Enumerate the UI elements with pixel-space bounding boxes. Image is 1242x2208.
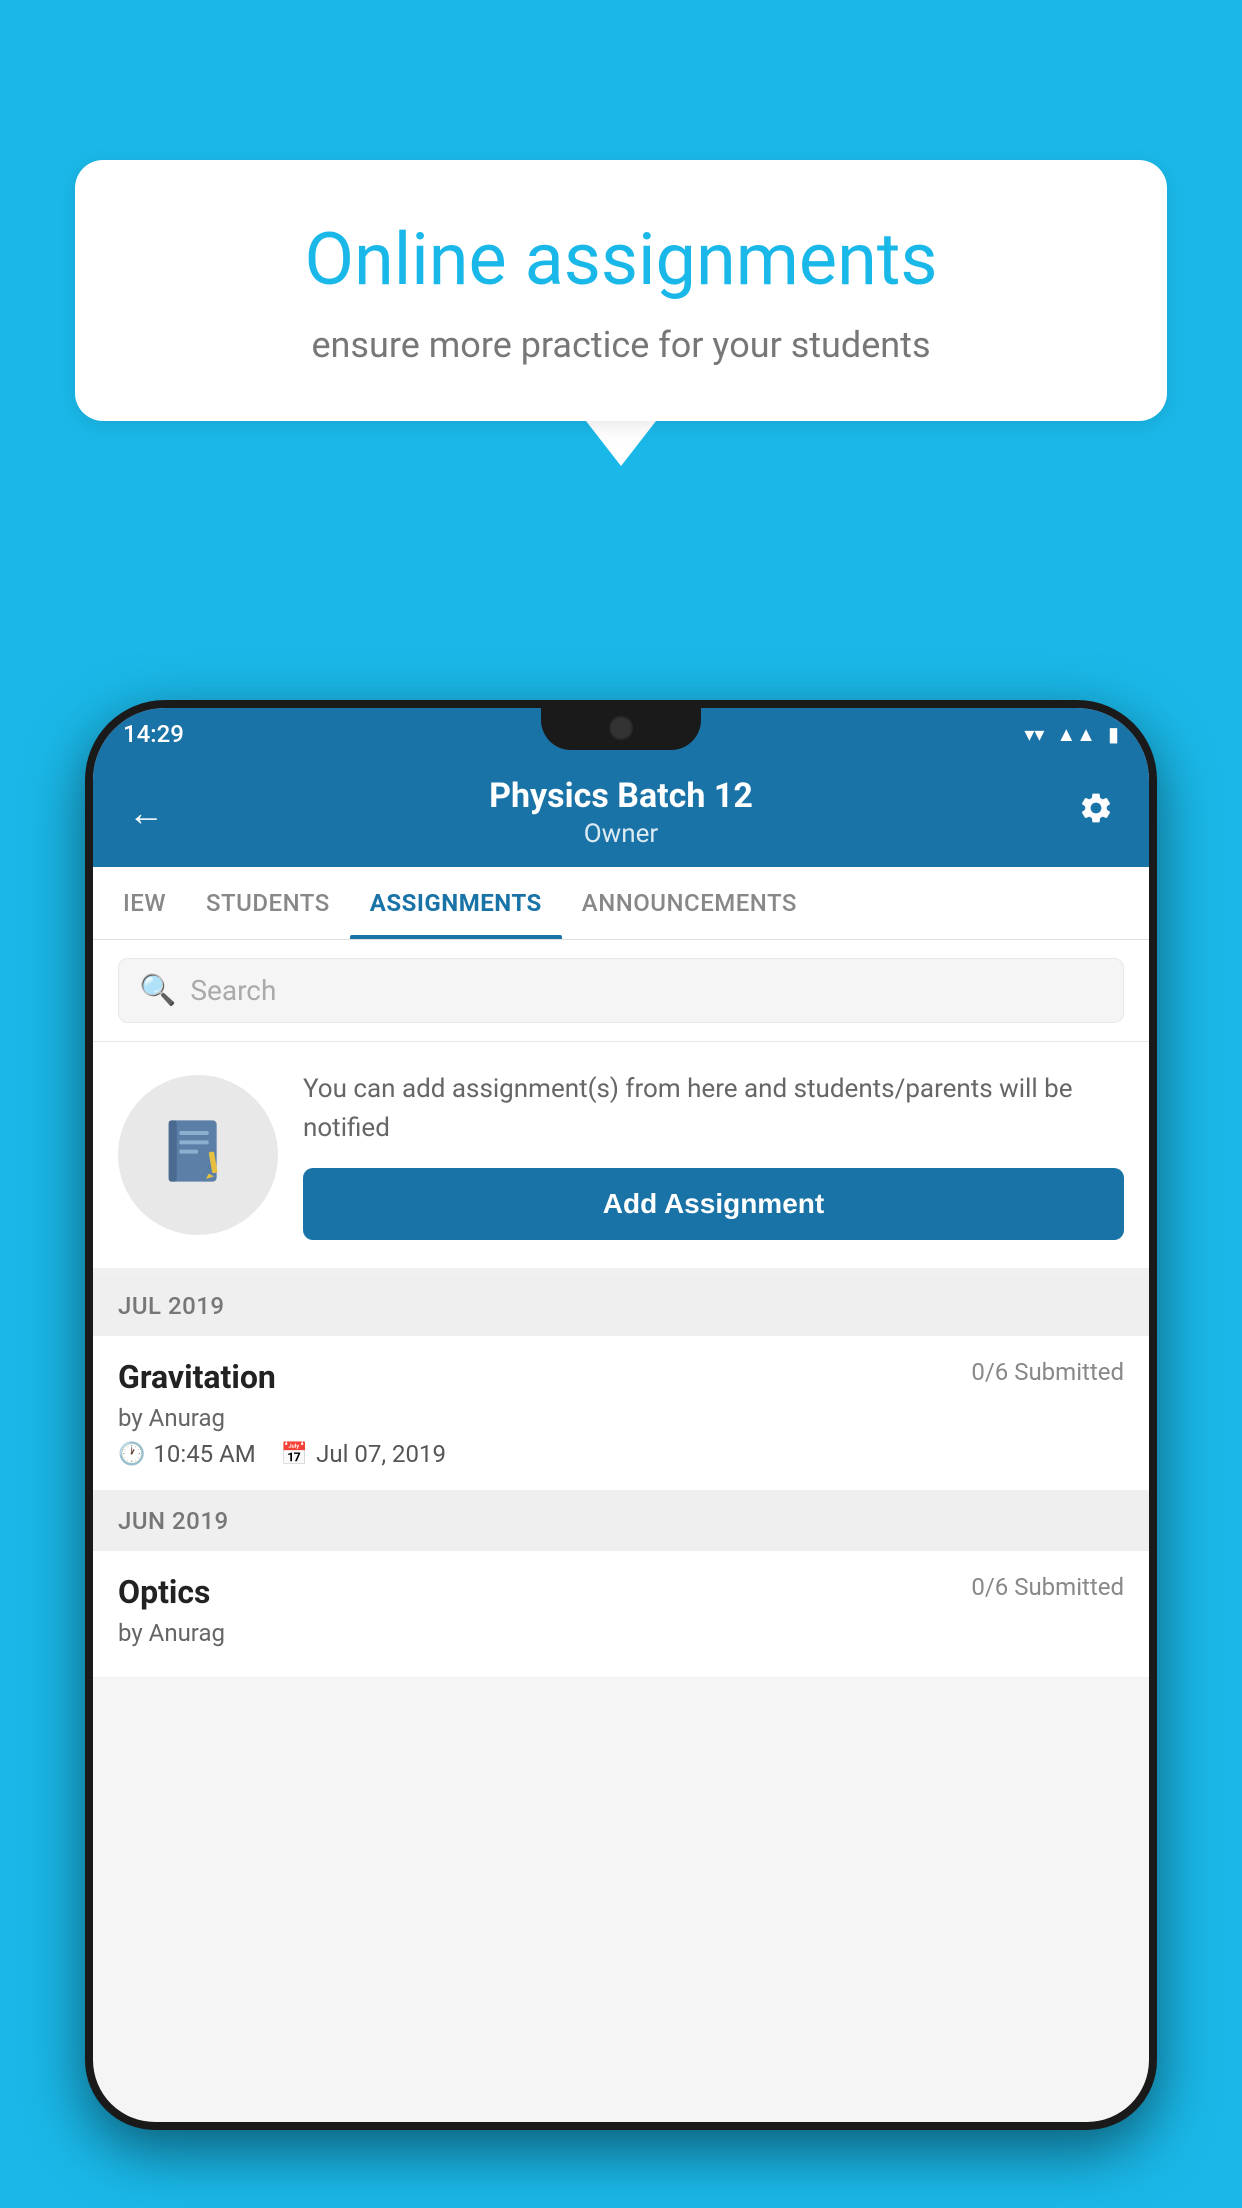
back-button[interactable]: ← (123, 787, 169, 839)
assignment-submitted: 0/6 Submitted (971, 1358, 1124, 1386)
header-subtitle: Owner (169, 819, 1073, 849)
info-card-text: You can add assignment(s) from here and … (303, 1070, 1124, 1148)
wifi-icon: ▾▾ (1024, 722, 1044, 746)
info-card-content: You can add assignment(s) from here and … (303, 1070, 1124, 1240)
tabs-container: IEW STUDENTS ASSIGNMENTS ANNOUNCEMENTS (93, 867, 1149, 940)
camera-icon (609, 716, 633, 740)
add-assignment-button[interactable]: Add Assignment (303, 1168, 1124, 1240)
search-icon: 🔍 (139, 973, 176, 1008)
phone-container: 14:29 ▾▾ ▲▲ ▮ ← Physics Batch 12 Owner (85, 700, 1157, 2208)
search-input-wrapper[interactable]: 🔍 Search (118, 958, 1124, 1023)
notebook-icon-circle (118, 1075, 278, 1235)
assignment-top-row: Gravitation 0/6 Submitted (118, 1358, 1124, 1396)
batch-title: Physics Batch 12 (169, 776, 1073, 816)
calendar-icon: 📅 (281, 1442, 308, 1467)
assignment-time: 🕐 10:45 AM (118, 1440, 256, 1468)
phone-screen: 14:29 ▾▾ ▲▲ ▮ ← Physics Batch 12 Owner (93, 708, 1149, 2122)
settings-button[interactable] (1073, 785, 1119, 840)
speech-bubble: Online assignments ensure more practice … (75, 160, 1167, 421)
optics-by: by Anurag (118, 1619, 1124, 1647)
speech-bubble-arrow (586, 421, 656, 466)
assignment-name: Gravitation (118, 1358, 276, 1396)
optics-submitted: 0/6 Submitted (971, 1573, 1124, 1601)
battery-icon: ▮ (1108, 722, 1119, 746)
speech-bubble-title: Online assignments (145, 220, 1097, 299)
status-icons: ▾▾ ▲▲ ▮ (1024, 722, 1119, 747)
search-placeholder: Search (190, 974, 276, 1007)
assignment-by: by Anurag (118, 1404, 1124, 1432)
month-header-jun: JUN 2019 (93, 1491, 1149, 1551)
phone-frame: 14:29 ▾▾ ▲▲ ▮ ← Physics Batch 12 Owner (85, 700, 1157, 2130)
optics-name: Optics (118, 1573, 210, 1611)
signal-icon: ▲▲ (1056, 722, 1096, 747)
status-time: 14:29 (123, 720, 184, 748)
speech-bubble-subtitle: ensure more practice for your students (145, 324, 1097, 366)
month-header-jul: JUL 2019 (93, 1276, 1149, 1336)
tab-assignments[interactable]: ASSIGNMENTS (350, 867, 562, 939)
assignment-meta: 🕐 10:45 AM 📅 Jul 07, 2019 (118, 1440, 1124, 1468)
info-card: You can add assignment(s) from here and … (93, 1042, 1149, 1276)
assignment-date: 📅 Jul 07, 2019 (281, 1440, 446, 1468)
clock-icon: 🕐 (118, 1442, 145, 1467)
tab-iew[interactable]: IEW (103, 867, 186, 939)
assignment-item-gravitation[interactable]: Gravitation 0/6 Submitted by Anurag 🕐 10… (93, 1336, 1149, 1491)
search-container: 🔍 Search (93, 940, 1149, 1042)
assignment-top-row-optics: Optics 0/6 Submitted (118, 1573, 1124, 1611)
speech-bubble-container: Online assignments ensure more practice … (75, 160, 1167, 466)
tab-announcements[interactable]: ANNOUNCEMENTS (562, 867, 817, 939)
tab-students[interactable]: STUDENTS (186, 867, 350, 939)
assignment-item-optics[interactable]: Optics 0/6 Submitted by Anurag (93, 1551, 1149, 1678)
header-title-container: Physics Batch 12 Owner (169, 776, 1073, 849)
phone-notch (541, 708, 701, 750)
